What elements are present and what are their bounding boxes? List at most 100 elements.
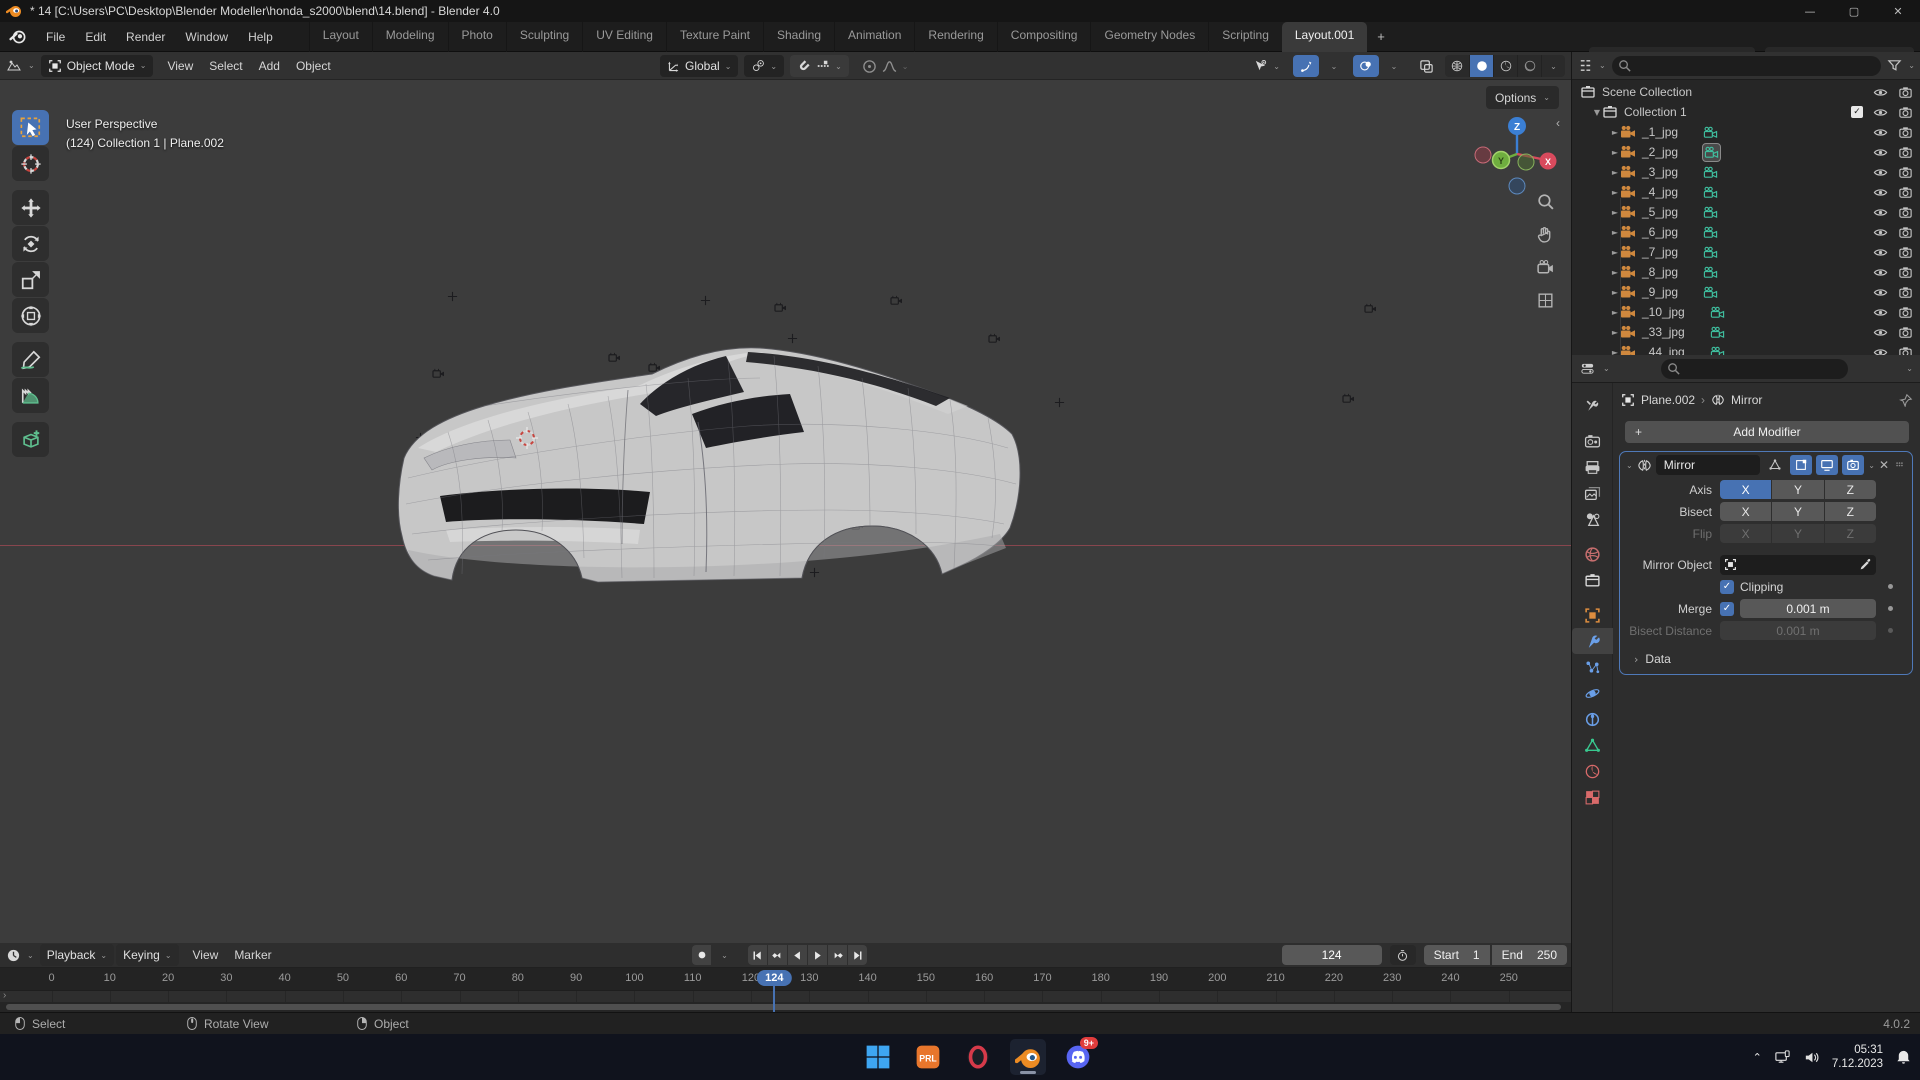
camera-object-label[interactable]: _44_jpg <box>1642 345 1685 355</box>
transform-orientation-dropdown[interactable]: Global ⌄ <box>660 55 739 77</box>
blender-logo-icon[interactable] <box>8 28 26 46</box>
outliner-row-camera[interactable]: ► _5_jpg <box>1572 202 1920 222</box>
auto-keying-button[interactable] <box>692 945 711 965</box>
filter-funnel-icon[interactable] <box>1887 58 1902 73</box>
camera-data-icon[interactable] <box>1709 304 1726 321</box>
disclosure-triangle-icon[interactable]: ► <box>1610 128 1620 137</box>
properties-tab-scene[interactable] <box>1572 506 1613 532</box>
outliner-search-input[interactable] <box>1611 55 1882 76</box>
camera-empty-marker[interactable] <box>774 302 788 314</box>
camera-data-icon[interactable] <box>1702 264 1719 281</box>
menu-window[interactable]: Window <box>175 26 238 48</box>
axis-xyz-x-button[interactable]: X <box>1720 480 1772 499</box>
realtime-display-toggle[interactable] <box>1816 455 1839 475</box>
camera-object-label[interactable]: _7_jpg <box>1642 245 1678 259</box>
taskbar-prl-icon[interactable]: PRL <box>910 1039 946 1075</box>
eye-icon[interactable] <box>1873 265 1888 280</box>
properties-tab-output[interactable] <box>1572 454 1613 480</box>
eye-icon[interactable] <box>1873 165 1888 180</box>
outliner-row-camera[interactable]: ► _10_jpg <box>1572 302 1920 322</box>
eye-icon[interactable] <box>1873 145 1888 160</box>
properties-editor-icon[interactable] <box>1580 361 1595 376</box>
modifier-extras-dropdown[interactable]: ⌄ <box>1868 461 1875 470</box>
transport-jump-end-button[interactable] <box>848 945 867 965</box>
transport-jump-start-button[interactable] <box>748 945 767 965</box>
flip-xyz-y-button[interactable]: Y <box>1772 524 1824 543</box>
eye-icon[interactable] <box>1873 325 1888 340</box>
chevron-down-icon[interactable]: ⌄ <box>1908 61 1915 70</box>
tool-rotate[interactable] <box>12 226 49 261</box>
maximize-button[interactable]: ▢ <box>1832 0 1876 22</box>
timeline-editor-icon[interactable] <box>6 948 21 963</box>
shading-dropdown[interactable]: ⌄ <box>1541 55 1565 77</box>
network-display-icon[interactable] <box>1774 1049 1791 1066</box>
tool-select-box[interactable] <box>12 110 49 145</box>
workspace-tab-layout-001[interactable]: Layout.001 <box>1281 21 1368 52</box>
camera-empty-marker[interactable] <box>1342 393 1356 405</box>
timeline-track[interactable] <box>0 990 1571 1003</box>
timeline-menu-playback[interactable]: Playback ⌄ <box>39 944 115 966</box>
outliner-row-collection-1[interactable]: ▼ Collection 1 ✓ <box>1572 102 1920 122</box>
viewport-3d[interactable]: ⌄ Object Mode ⌄ View Select Add Object Glob… <box>0 52 1571 943</box>
axis-xyz-z-button[interactable]: Z <box>1824 480 1876 499</box>
options-button[interactable]: Options ⌄ <box>1485 86 1559 109</box>
disclosure-triangle-icon[interactable]: ► <box>1610 308 1620 317</box>
eye-icon[interactable] <box>1873 105 1888 120</box>
timeline-expand-icon[interactable]: › <box>3 990 6 1001</box>
merge-checkbox[interactable]: ✓ <box>1720 601 1734 616</box>
data-subpanel[interactable]: › Data <box>1620 642 1912 668</box>
bisect-xyz-z-button[interactable]: Z <box>1824 502 1876 521</box>
timeline-scrollbar[interactable] <box>0 1002 1571 1012</box>
camera-render-icon[interactable] <box>1898 165 1913 180</box>
camera-object-label[interactable]: _6_jpg <box>1642 225 1678 239</box>
properties-tab-texture[interactable] <box>1572 784 1613 810</box>
outliner-row-camera[interactable]: ► _8_jpg <box>1572 262 1920 282</box>
bisect-xyz-y-button[interactable]: Y <box>1772 502 1824 521</box>
pivot-point-dropdown[interactable]: ⌄ <box>744 55 785 77</box>
camera-render-icon[interactable] <box>1898 145 1913 160</box>
camera-object-label[interactable]: _9_jpg <box>1642 285 1678 299</box>
minimize-button[interactable]: — <box>1788 0 1832 22</box>
eye-icon[interactable] <box>1873 205 1888 220</box>
timeline-menu-marker[interactable]: Marker <box>226 945 279 965</box>
properties-tab-object[interactable] <box>1572 602 1613 628</box>
shading-material-button[interactable] <box>1493 55 1517 77</box>
add-workspace-button[interactable]: + <box>1367 25 1395 48</box>
tool-scale[interactable] <box>12 262 49 297</box>
transport-next-key-button[interactable] <box>828 945 847 965</box>
start-frame-field[interactable]: Start 1 <box>1423 945 1490 965</box>
animate-dot[interactable] <box>1888 606 1893 611</box>
tool-measure[interactable] <box>12 378 49 413</box>
menu-help[interactable]: Help <box>238 26 283 48</box>
workspace-tab-modeling[interactable]: Modeling <box>371 21 448 52</box>
edit-cage-toggle[interactable] <box>1764 455 1786 475</box>
close-button[interactable]: ✕ <box>1876 0 1920 22</box>
properties-tab-modifiers[interactable] <box>1572 628 1613 654</box>
eye-icon[interactable] <box>1873 185 1888 200</box>
scene-collection-label[interactable]: Scene Collection <box>1602 85 1692 99</box>
disclosure-triangle-icon[interactable]: ▼ <box>1592 108 1602 117</box>
eye-icon[interactable] <box>1873 85 1888 100</box>
bisect-xyz-x-button[interactable]: X <box>1720 502 1772 521</box>
playhead-frame-label[interactable]: 124 <box>757 970 792 986</box>
timeline-menu-keying[interactable]: Keying ⌄ <box>116 944 179 966</box>
disclosure-triangle-icon[interactable]: ► <box>1610 228 1620 237</box>
timeline-menu-view[interactable]: View <box>185 945 227 965</box>
tool-move[interactable] <box>12 190 49 225</box>
menu-edit[interactable]: Edit <box>75 26 116 48</box>
animate-dot[interactable] <box>1888 584 1893 589</box>
camera-data-icon[interactable] <box>1702 224 1719 241</box>
proportional-editing[interactable]: ⌄ <box>855 55 916 77</box>
camera-data-icon[interactable] <box>1709 344 1726 355</box>
camera-render-icon[interactable] <box>1898 125 1913 140</box>
camera-data-icon[interactable] <box>1702 284 1719 301</box>
axis-xyz-y-button[interactable]: Y <box>1772 480 1824 499</box>
disclosure-triangle-icon[interactable]: ► <box>1610 208 1620 217</box>
collection-checkbox[interactable]: ✓ <box>1851 106 1863 118</box>
taskbar-windows-icon[interactable] <box>860 1039 896 1075</box>
viewport-menu-object[interactable]: Object <box>288 56 339 76</box>
eye-icon[interactable] <box>1873 285 1888 300</box>
delete-modifier-button[interactable]: ✕ <box>1879 458 1889 472</box>
camera-data-icon[interactable] <box>1702 124 1719 141</box>
workspace-tab-geometry-nodes[interactable]: Geometry Nodes <box>1090 21 1208 52</box>
